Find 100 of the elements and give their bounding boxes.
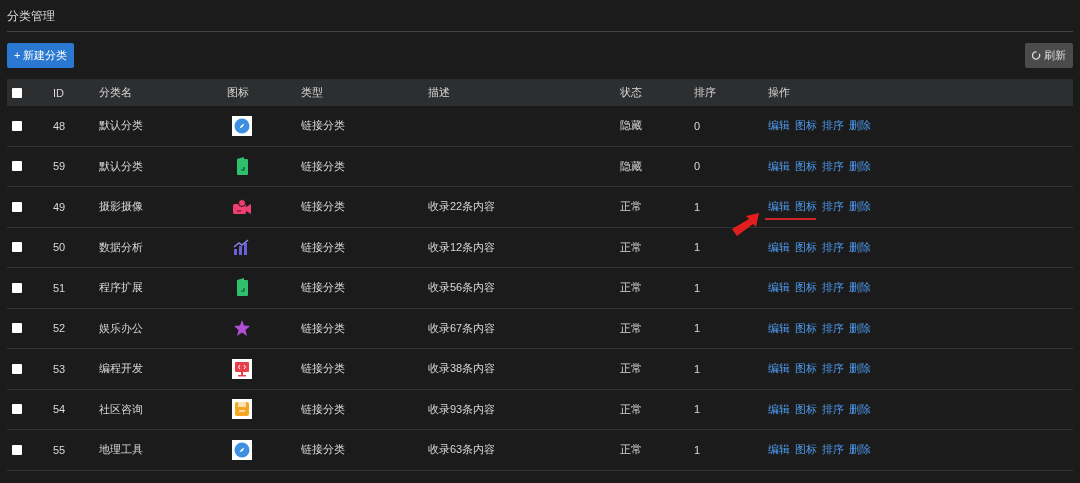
row-checkbox[interactable] (12, 323, 22, 334)
action-link[interactable]: 编辑 (768, 158, 790, 174)
action-link[interactable]: 排序 (822, 442, 844, 458)
action-link[interactable]: 排序 (822, 361, 844, 377)
action-link[interactable]: 删除 (849, 320, 871, 336)
status-cell-text: 正常 (619, 361, 643, 377)
code-monitor-icon (232, 358, 252, 379)
type-cell-text: 链接分类 (300, 158, 346, 174)
action-link[interactable]: 图标 (795, 158, 817, 174)
column-header: 状态 (619, 85, 643, 100)
action-link[interactable]: 编辑 (768, 401, 790, 417)
compass-icon (232, 115, 252, 136)
status-cell-text: 隐藏 (619, 118, 643, 134)
refresh-button[interactable]: 刷新 (1025, 43, 1073, 68)
status-cell-text: 正常 (619, 239, 643, 255)
action-link[interactable]: 图标 (795, 239, 817, 255)
column-header: 图标 (226, 85, 250, 100)
name-cell-text: 娱乐办公 (98, 320, 144, 336)
action-link[interactable]: 删除 (849, 158, 871, 174)
action-link[interactable]: 删除 (849, 199, 871, 215)
description-cell-text: 收录56条内容 (427, 280, 497, 296)
description-cell-text: 收录22条内容 (427, 199, 497, 215)
action-link[interactable]: 编辑 (768, 361, 790, 377)
status-cell-text: 正常 (619, 199, 643, 215)
sort-cell-text: 1 (693, 200, 702, 213)
action-link[interactable]: 排序 (822, 280, 844, 296)
row-checkbox[interactable] (12, 363, 22, 374)
row-checkbox[interactable] (12, 404, 22, 415)
row-checkbox[interactable] (12, 282, 22, 293)
column-header: 操作 (767, 85, 791, 100)
description-cell-text: 收录67条内容 (427, 320, 497, 336)
description-cell-text: 收录12条内容 (427, 239, 497, 255)
name-cell-text: 数据分析 (98, 239, 144, 255)
type-cell-text: 链接分类 (300, 199, 346, 215)
action-link[interactable]: 编辑 (768, 239, 790, 255)
name-cell-text: 程序扩展 (98, 280, 144, 296)
action-link[interactable]: 图标 (795, 361, 817, 377)
status-cell-text: 正常 (619, 442, 643, 458)
name-cell-text: 默认分类 (98, 158, 144, 174)
action-link[interactable]: 删除 (849, 442, 871, 458)
sort-cell-text: 1 (693, 241, 702, 254)
select-all-checkbox[interactable] (12, 87, 22, 98)
action-link[interactable]: 删除 (849, 118, 871, 134)
action-link[interactable]: 图标 (795, 199, 817, 215)
description-cell-text: 收录93条内容 (427, 401, 497, 417)
id-cell-text: 51 (52, 281, 67, 294)
status-cell-text: 正常 (619, 401, 643, 417)
id-cell-text: 55 (52, 443, 67, 456)
sort-cell-text: 0 (693, 160, 702, 173)
action-link[interactable]: 图标 (795, 442, 817, 458)
row-checkbox[interactable] (12, 161, 22, 172)
id-cell-text: 54 (52, 403, 67, 416)
type-cell-text: 链接分类 (300, 118, 346, 134)
name-cell-text: 摄影摄像 (98, 199, 144, 215)
row-checkbox[interactable] (12, 444, 22, 455)
action-link[interactable]: 排序 (822, 320, 844, 336)
action-link[interactable]: 排序 (822, 199, 844, 215)
action-link[interactable]: 编辑 (768, 199, 790, 215)
action-link[interactable]: 排序 (822, 118, 844, 134)
status-cell-text: 隐藏 (619, 158, 643, 174)
type-cell-text: 链接分类 (300, 401, 346, 417)
page-title: 分类管理 (7, 8, 55, 25)
type-cell-text: 链接分类 (300, 239, 346, 255)
action-link[interactable]: 删除 (849, 401, 871, 417)
new-category-button[interactable]: + 新建分类 (7, 43, 75, 68)
action-link[interactable]: 排序 (822, 158, 844, 174)
description-cell-text: 收录38条内容 (427, 361, 497, 377)
action-link[interactable]: 图标 (795, 280, 817, 296)
action-link[interactable]: 图标 (795, 320, 817, 336)
action-link[interactable]: 排序 (822, 239, 844, 255)
row-checkbox[interactable] (12, 201, 22, 212)
name-cell-text: 默认分类 (98, 118, 144, 134)
refresh-icon (1032, 51, 1041, 60)
column-header: 排序 (693, 85, 717, 100)
id-cell-text: 50 (52, 241, 67, 254)
action-link[interactable]: 图标 (795, 401, 817, 417)
status-cell-text: 正常 (619, 320, 643, 336)
id-cell-text: 48 (52, 119, 67, 132)
sort-cell-text: 1 (693, 403, 702, 416)
action-link[interactable]: 编辑 (768, 118, 790, 134)
action-link[interactable]: 编辑 (768, 442, 790, 458)
status-cell-text: 正常 (619, 280, 643, 296)
action-link[interactable]: 编辑 (768, 320, 790, 336)
row-checkbox[interactable] (12, 120, 22, 131)
column-header: 类型 (300, 85, 324, 100)
action-link[interactable]: 编辑 (768, 280, 790, 296)
action-link[interactable]: 排序 (822, 401, 844, 417)
sort-cell-text: 1 (693, 281, 702, 294)
description-cell-text: 收录63条内容 (427, 442, 497, 458)
sort-cell-text: 1 (693, 322, 702, 335)
name-cell-text: 编程开发 (98, 361, 144, 377)
underline-mark (765, 218, 816, 220)
action-link[interactable]: 图标 (795, 118, 817, 134)
action-link[interactable]: 删除 (849, 361, 871, 377)
type-cell-text: 链接分类 (300, 320, 346, 336)
action-link[interactable]: 删除 (849, 280, 871, 296)
compass-icon (232, 439, 252, 460)
action-link[interactable]: 删除 (849, 239, 871, 255)
type-cell-text: 链接分类 (300, 361, 346, 377)
row-checkbox[interactable] (12, 242, 22, 253)
